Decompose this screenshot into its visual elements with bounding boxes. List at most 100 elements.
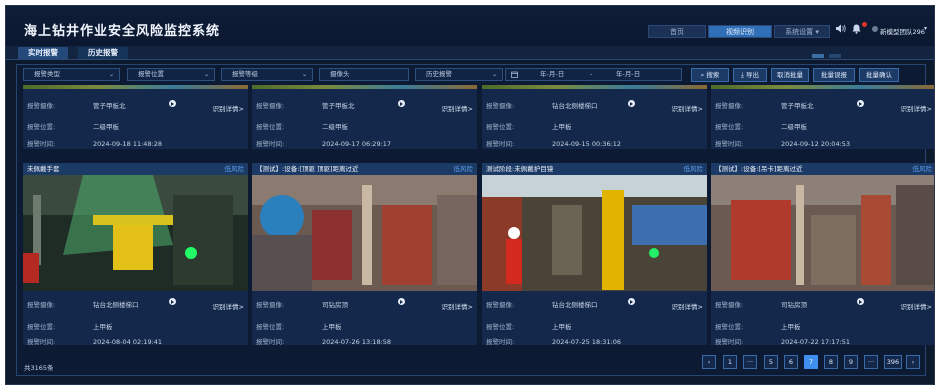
nav-system-settings[interactable]: 系统设置 ▾	[774, 25, 830, 38]
alarm-photo	[252, 85, 477, 89]
alarm-title: 未佩戴手套	[23, 163, 248, 175]
alarm-card[interactable]: 报警摄像: 管子甲板北 识别详情> 报警位置: 二级甲板 报警时间: 2024-09-…	[711, 85, 934, 149]
detail-link[interactable]: 识别详情>	[213, 301, 244, 311]
nav-home[interactable]: 首页	[648, 25, 706, 38]
alarm-level-select[interactable]: 报警等级 ⌄	[221, 68, 313, 81]
search-button[interactable]: ⌕ 搜索	[691, 68, 729, 82]
alarm-photo	[482, 85, 707, 89]
location-row: 报警位置: 上甲板	[27, 323, 113, 331]
alarm-title: 测试阶段:未佩戴护目镜	[482, 163, 707, 175]
risk-level: 低风险	[683, 165, 704, 173]
camera-value: 司钻房顶	[322, 301, 348, 309]
tab-history-alarms[interactable]: 历史报警	[78, 47, 128, 59]
speaker-icon[interactable]	[836, 24, 846, 36]
page-button[interactable]: 1	[723, 355, 737, 369]
page-button[interactable]: 8	[824, 355, 838, 369]
camera-input[interactable]: 摄像头	[319, 68, 409, 81]
location-row: 报警位置: 上甲板	[486, 123, 572, 131]
batch-confirm-button[interactable]: 批量确认	[859, 68, 899, 82]
time-value: 2024-07-25 18:31:06	[552, 338, 622, 346]
page-button[interactable]: 6	[784, 355, 798, 369]
play-icon[interactable]	[857, 298, 864, 305]
play-icon[interactable]	[169, 298, 176, 305]
alarm-card[interactable]: 测试阶段:未佩戴护目镜 低风险 报警摄像: 钻台北侧楼梯口 识别详情> 报警位置…	[482, 163, 707, 346]
alarm-status-select[interactable]: 历史报警 ⌄	[415, 68, 503, 81]
time-value: 2024-09-18 11:48:28	[93, 140, 163, 148]
camera-row: 报警摄像: 管子甲板北	[256, 102, 355, 110]
page-button-last[interactable]: 396	[884, 355, 902, 369]
alarm-card[interactable]: 报警摄像: 管子甲板北 识别详情> 报警位置: 二级甲板 报警时间: 2024-09-…	[23, 85, 248, 149]
camera-value: 管子甲板北	[93, 102, 126, 110]
play-icon[interactable]	[398, 100, 405, 107]
chevron-down-icon: ⌄	[203, 71, 209, 78]
date-end[interactable]: 年-月-日	[616, 69, 640, 80]
alarm-type-select[interactable]: 报警类型 ⌄	[23, 68, 120, 81]
time-row: 报警时间: 2024-09-17 06:29:17	[256, 140, 392, 148]
detail-link[interactable]: 识别详情>	[442, 301, 473, 311]
location-value: 上甲板	[322, 323, 342, 331]
page-button[interactable]: 9	[844, 355, 858, 369]
alarm-location-select[interactable]: 报警位置 ⌄	[127, 68, 215, 81]
cancel-batch-button[interactable]: 取消批量	[771, 68, 809, 82]
alarm-title: 【测试】:设备:[顶驱 顶驱]距离过近	[252, 163, 477, 175]
nav-video-recognition[interactable]: 视频识别	[708, 25, 772, 38]
header-bar: 海上钻井作业安全风险监控系统 首页 视频识别 系统设置 ▾ 新模型团队296 ▾	[6, 6, 934, 46]
play-icon[interactable]	[169, 100, 176, 107]
alarm-card[interactable]: 【测试】:设备:[吊卡]距离过近 低风险 报警摄像: 司钻房顶 识别详情> 报警位…	[711, 163, 934, 346]
time-value: 2024-09-12 20:04:53	[781, 140, 851, 148]
alarm-card[interactable]: 报警摄像: 钻台北侧楼梯口 识别详情> 报警位置: 上甲板 报警时间: 2024-09…	[482, 85, 707, 149]
page-button[interactable]: 5	[764, 355, 778, 369]
app-window: 海上钻井作业安全风险监控系统 首页 视频识别 系统设置 ▾ 新模型团队296 ▾…	[5, 5, 935, 385]
alarm-card[interactable]: 【测试】:设备:[顶驱 顶驱]距离过近 低风险 报警摄像: 司钻房顶 识别详情> …	[252, 163, 477, 346]
camera-row: 报警摄像: 管子甲板北	[715, 102, 814, 110]
date-start[interactable]: 年-月-日	[540, 69, 564, 80]
location-value: 上甲板	[552, 323, 572, 331]
play-icon[interactable]	[628, 298, 635, 305]
tab-realtime-alarms[interactable]: 实时报警	[18, 47, 68, 59]
prev-page-button[interactable]: ‹	[702, 355, 716, 369]
chevron-down-icon[interactable]: ▾	[924, 25, 927, 32]
alarm-card[interactable]: 未佩戴手套 低风险 报警摄像:钻台北侧楼梯口 识别详情> 报警位置:上甲板	[23, 163, 248, 346]
export-button[interactable]: ⤓ 导出	[733, 68, 767, 82]
page-ellipsis[interactable]: ···	[743, 355, 757, 369]
detail-link[interactable]: 识别详情>	[901, 301, 932, 311]
alarm-card[interactable]: 报警摄像: 管子甲板北 识别详情> 报警位置: 二级甲板 报警时间: 2024-09-…	[252, 85, 477, 149]
detail-link[interactable]: 识别详情>	[213, 103, 244, 113]
play-icon[interactable]	[628, 100, 635, 107]
alarm-panel: 报警类型 ⌄ 报警位置 ⌄ 报警等级 ⌄ 摄像头 历史报警 ⌄ 年-月-日 - …	[16, 64, 934, 376]
avatar[interactable]	[872, 26, 878, 32]
location-row: 报警位置: 二级甲板	[256, 123, 348, 131]
time-row: 报警时间: 2024-07-26 13:18:58	[256, 338, 392, 346]
alarm-status-label: 历史报警	[426, 70, 452, 78]
date-range-picker[interactable]: 年-月-日 - 年-月-日	[505, 68, 682, 81]
detail-link[interactable]: 识别详情>	[901, 103, 932, 113]
detail-link[interactable]: 识别详情>	[672, 301, 703, 311]
detail-link[interactable]: 识别详情>	[672, 103, 703, 113]
camera-row: 报警摄像: 钻台北侧楼梯口	[486, 301, 598, 309]
location-row: 报警位置: 上甲板	[486, 323, 572, 331]
play-icon[interactable]	[398, 298, 405, 305]
page-button-current[interactable]: 7	[804, 355, 818, 369]
alarm-photo[interactable]	[711, 175, 934, 291]
time-row: 报警时间: 2024-09-18 11:48:28	[27, 140, 163, 148]
alarm-photo[interactable]	[23, 175, 248, 291]
user-name[interactable]: 新模型团队296	[880, 26, 925, 36]
location-value: 上甲板	[552, 123, 572, 131]
camera-row: 报警摄像: 司钻房顶	[256, 301, 348, 309]
detail-link[interactable]: 识别详情>	[442, 103, 473, 113]
bell-icon[interactable]	[852, 24, 861, 37]
page-ellipsis[interactable]: ···	[864, 355, 878, 369]
alarm-level-label: 报警等级	[232, 70, 258, 78]
time-value: 2024-07-26 13:18:58	[322, 338, 392, 346]
play-icon[interactable]	[857, 100, 864, 107]
camera-value: 钻台北侧楼梯口	[552, 102, 598, 110]
time-row: 报警时间: 2024-07-25 18:31:06	[486, 338, 622, 346]
camera-value: 钻台北侧楼梯口	[552, 301, 598, 309]
alarm-photo	[711, 85, 934, 89]
next-page-button[interactable]: ›	[906, 355, 920, 369]
camera-value: 管子甲板北	[781, 102, 814, 110]
alarm-photo[interactable]	[252, 175, 477, 291]
chevron-down-icon: ▾	[815, 28, 819, 36]
batch-false-alarm-button[interactable]: 批量误报	[813, 68, 855, 82]
alarm-photo[interactable]	[482, 175, 707, 291]
